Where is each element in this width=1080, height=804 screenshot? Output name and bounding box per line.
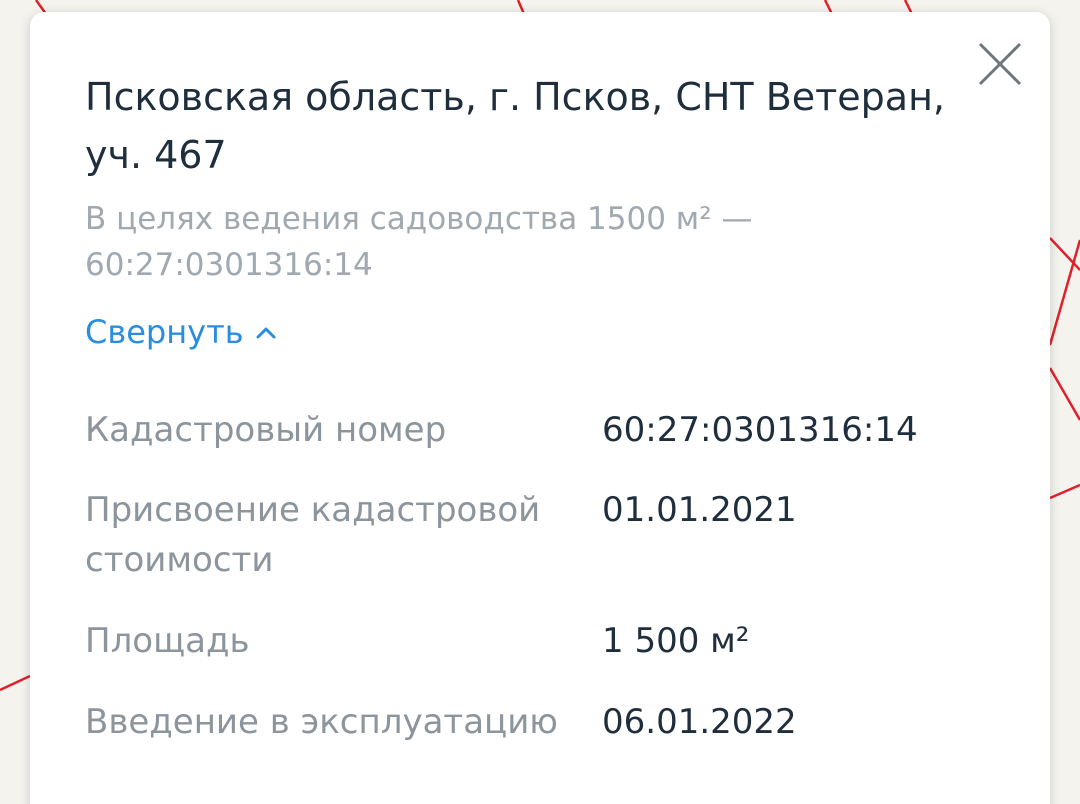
parcel-boundary (1048, 367, 1080, 421)
detail-label: Площадь (85, 621, 250, 661)
parcel-boundary (0, 674, 31, 692)
detail-value: 01.01.2021 (602, 490, 797, 530)
detail-value: 1 500 м² (602, 621, 750, 661)
collapse-link[interactable]: Свернуть (85, 310, 276, 354)
chevron-up-icon[interactable] (256, 325, 276, 339)
detail-label: Введение в эксплуатацию (85, 702, 558, 742)
detail-value: 06.01.2022 (602, 702, 797, 742)
parcel-info-card: Псковская область, г. Псков, СНТ Ветеран… (30, 12, 1050, 804)
collapse-label[interactable]: Свернуть (85, 310, 244, 354)
detail-label: Присвоение кадастровой стоимости (85, 490, 541, 580)
parcel-summary: В целях ведения садоводства 1500 м² — 60… (85, 201, 753, 283)
detail-value: 60:27:0301316:14 (602, 410, 918, 450)
parcel-address-title: Псковская область, г. Псков, СНТ Ветеран… (85, 75, 946, 177)
parcel-boundary (1049, 483, 1080, 500)
detail-label: Кадастровый номер (85, 410, 447, 450)
